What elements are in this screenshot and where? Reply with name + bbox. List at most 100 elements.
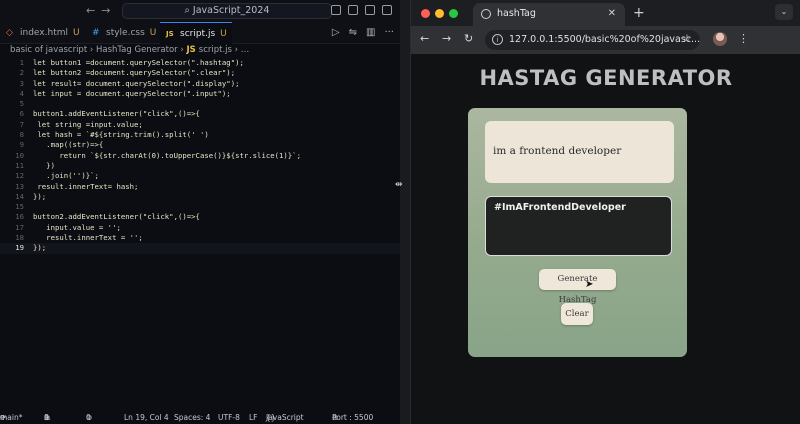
code-editor[interactable]: 1 let button1 =document.querySelector(".h… xyxy=(0,58,400,254)
browser-toolbar: ← → ↻ i 127.0.0.1:5500/basic%20of%20java… xyxy=(411,26,800,54)
code-text: let result= document.querySelector(".dis… xyxy=(33,78,240,88)
profile-avatar[interactable] xyxy=(713,32,727,46)
line-number: 18 xyxy=(15,233,24,243)
tab-status: U xyxy=(149,28,157,38)
code-line[interactable]: 19}); xyxy=(0,243,400,254)
line-number: 15 xyxy=(15,202,24,212)
code-line[interactable]: 15 xyxy=(0,202,400,212)
vscode-titlebar: ←→ ⌕ JavaScript_2024 xyxy=(0,0,400,22)
code-line[interactable]: 1 let button1 =document.querySelector(".h… xyxy=(0,58,400,68)
forward-icon[interactable]: → xyxy=(442,32,451,45)
bookmark-star-icon[interactable]: ☆ xyxy=(682,32,692,45)
line-number: 5 xyxy=(19,99,24,109)
url-text: 127.0.0.1:5500/basic%20of%20javasc... xyxy=(509,34,700,45)
line-number: 17 xyxy=(15,222,24,232)
line-number: 3 xyxy=(19,78,24,88)
nav-arrows[interactable]: ←→ xyxy=(86,4,116,17)
tab-label: script.js xyxy=(180,29,216,39)
cursor-position[interactable]: Ln 19, Col 4 xyxy=(124,412,169,424)
code-line[interactable]: 18 result.innerText = ''; xyxy=(0,233,400,243)
site-info-icon[interactable]: i xyxy=(492,34,503,45)
code-line[interactable]: 10 return `${str.charAt(0).toUpperCase()… xyxy=(0,151,400,161)
split-editor-icon[interactable]: ▥ xyxy=(366,27,375,38)
customize-layout-icon[interactable] xyxy=(382,5,392,15)
close-tab-icon[interactable]: ✕ xyxy=(608,3,616,25)
minimize-window-icon[interactable] xyxy=(435,9,444,18)
language-label: JavaScript xyxy=(266,413,304,422)
toggle-secondary-sidebar-icon[interactable] xyxy=(365,5,375,15)
code-text: let button1 =document.querySelector(".ha… xyxy=(33,58,244,67)
compare-icon[interactable]: ⇋ xyxy=(349,27,357,38)
toggle-sidebar-icon[interactable] xyxy=(331,5,341,15)
tab-search-icon[interactable]: ⌄ xyxy=(775,4,793,20)
breadcrumb-trail[interactable]: … xyxy=(241,45,250,55)
tab-label: index.html xyxy=(20,28,68,38)
code-line[interactable]: 13 result.innerText= hash; xyxy=(0,182,400,192)
code-line[interactable]: 5 xyxy=(0,99,400,109)
line-number: 4 xyxy=(19,88,24,98)
globe-icon xyxy=(481,9,491,19)
tab-label: style.css xyxy=(106,28,145,38)
tab-status: U xyxy=(72,28,80,38)
code-text: button2.addEventListener("click",()=>{ xyxy=(33,212,200,222)
browser-tab[interactable]: hashTag ✕ xyxy=(473,3,625,26)
code-line[interactable]: 6 button1.addEventListener("click",()=>{ xyxy=(0,109,400,119)
back-icon[interactable]: ← xyxy=(420,32,429,45)
css-icon: # xyxy=(92,28,100,38)
code-line[interactable]: 12 .join('')}`; xyxy=(0,171,400,181)
new-tab-icon[interactable]: + xyxy=(633,5,645,21)
code-text: }); xyxy=(33,191,47,201)
maximize-window-icon[interactable] xyxy=(449,9,458,18)
breadcrumb-folder[interactable]: basic of javascript xyxy=(10,45,87,55)
browser-tab-strip: hashTag ✕ + ⌄ xyxy=(411,0,800,26)
clear-button[interactable]: Clear xyxy=(561,303,593,325)
code-line[interactable]: 3 let result= document.querySelector(".di… xyxy=(0,79,400,89)
line-number: 16 xyxy=(15,212,24,222)
code-line[interactable]: 9 .map((str)=>{ xyxy=(0,140,400,150)
close-window-icon[interactable] xyxy=(421,9,430,18)
line-number: 1 xyxy=(19,58,24,67)
line-number: 12 xyxy=(15,171,24,181)
code-line[interactable]: 16 button2.addEventListener("click",()=>{ xyxy=(0,212,400,222)
code-text: .map((str)=>{ xyxy=(33,140,104,150)
code-text: let string =input.value; xyxy=(33,119,143,129)
breadcrumb-subfolder[interactable]: HashTag Generator xyxy=(96,45,178,55)
line-number: 8 xyxy=(19,130,24,140)
indentation[interactable]: Spaces: 4 xyxy=(174,412,210,424)
code-text: return `${str.charAt(0).toUpperCase()}${… xyxy=(33,150,301,160)
resize-cursor-icon: ⇹ xyxy=(395,180,403,190)
tab-status: U xyxy=(220,29,227,39)
live-server-port: Port : 5500 xyxy=(332,413,374,422)
more-actions-icon[interactable]: ··· xyxy=(384,27,394,38)
reload-icon[interactable]: ↻ xyxy=(464,32,473,45)
code-text: input.value = ''; xyxy=(33,222,121,232)
more-menu-icon[interactable]: ⋮ xyxy=(738,32,749,45)
code-text: button1.addEventListener("click",()=>{ xyxy=(33,109,200,119)
command-center-search[interactable]: ⌕ JavaScript_2024 xyxy=(122,3,332,19)
code-line[interactable]: 14}); xyxy=(0,192,400,202)
breadcrumb-file[interactable]: script.js xyxy=(199,45,232,55)
line-number: 10 xyxy=(15,150,24,160)
line-ending[interactable]: LF xyxy=(249,412,258,424)
code-line[interactable]: 17 input.value = ''; xyxy=(0,223,400,233)
generate-hashtag-button[interactable]: Generate HashTag xyxy=(539,269,616,305)
sync-icon: ⟳ xyxy=(0,413,7,422)
code-line[interactable]: 2 let button2 =document.querySelector(".c… xyxy=(0,68,400,78)
warning-count: 0 xyxy=(44,413,49,422)
html-icon: ◇ xyxy=(6,28,13,38)
encoding[interactable]: UTF-8 xyxy=(218,412,240,424)
tab-title: hashTag xyxy=(497,8,536,19)
tab-style-css[interactable]: # style.css U xyxy=(86,22,160,44)
address-bar[interactable]: i 127.0.0.1:5500/basic%20of%20javasc... xyxy=(485,30,700,50)
tab-script-js[interactable]: JS script.js U xyxy=(160,22,232,44)
code-line[interactable]: 7 let string =input.value; xyxy=(0,120,400,130)
toggle-panel-icon[interactable] xyxy=(348,5,358,15)
tab-index-html[interactable]: ◇ index.html U xyxy=(0,22,86,44)
hashtag-input[interactable]: im a frontend developer xyxy=(485,121,674,183)
browser-window: hashTag ✕ + ⌄ ← → ↻ i 127.0.0.1:5500/bas… xyxy=(410,0,800,424)
code-line[interactable]: 8 let hash = `#${string.trim().split(' '… xyxy=(0,130,400,140)
code-line[interactable]: 4 let input = document.querySelector(".in… xyxy=(0,89,400,99)
run-icon[interactable]: ▷ xyxy=(332,27,340,38)
code-text: result.innerText= hash; xyxy=(33,181,139,191)
code-line[interactable]: 11 }) xyxy=(0,161,400,171)
